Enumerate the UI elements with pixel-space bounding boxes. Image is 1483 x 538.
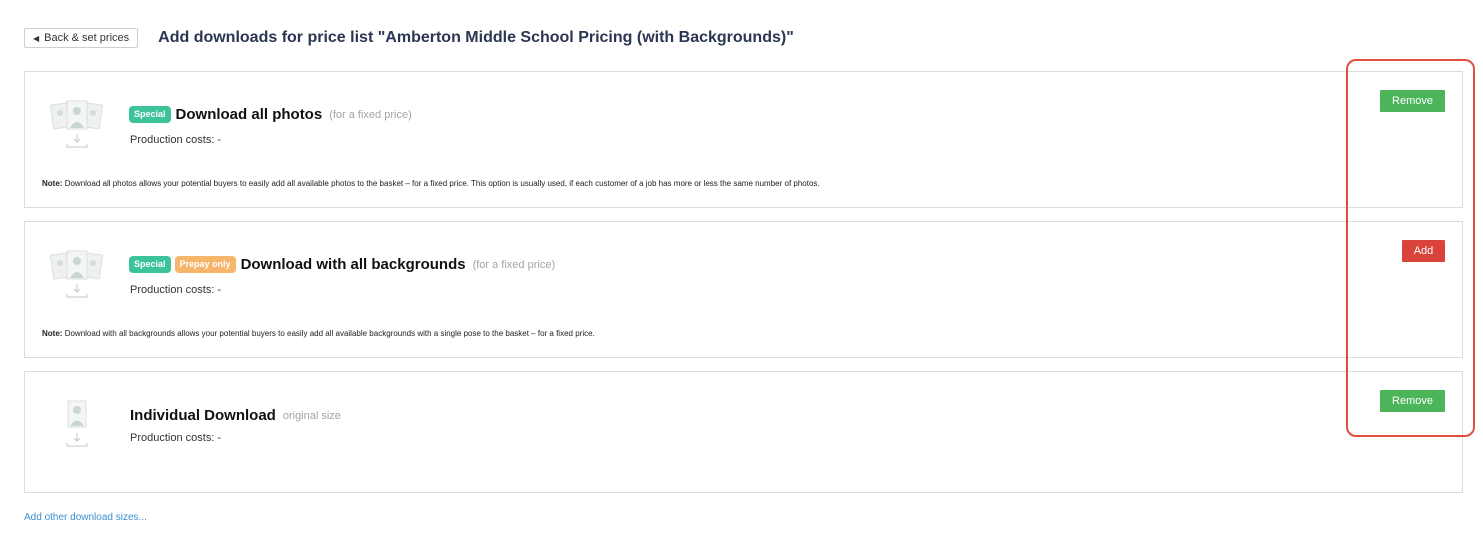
single-photo-download-icon — [47, 396, 107, 456]
production-costs: Production costs: - — [130, 432, 222, 444]
note-text: Download all photos allows your potentia… — [64, 179, 820, 188]
add-button[interactable]: Add — [1402, 240, 1445, 262]
item-title-row: Individual Download original size — [129, 407, 341, 424]
note-text: Download with all backgrounds allows you… — [64, 329, 595, 338]
item-note: Note: Download with all backgrounds allo… — [42, 329, 595, 338]
add-other-download-sizes-link[interactable]: Add other download sizes... — [24, 512, 147, 523]
remove-button[interactable]: Remove — [1380, 390, 1445, 412]
download-option-all-backgrounds: Special Prepay only Download with all ba… — [24, 221, 1463, 358]
download-option-all-photos: Special Download all photos (for a fixed… — [24, 71, 1463, 208]
item-title: Individual Download — [130, 407, 276, 424]
special-badge: Special — [129, 256, 171, 273]
item-note: Note: Download all photos allows your po… — [42, 179, 820, 188]
item-subtitle: (for a fixed price) — [472, 258, 556, 271]
remove-button[interactable]: Remove — [1380, 90, 1445, 112]
production-costs: Production costs: - — [130, 134, 222, 146]
prepay-only-badge: Prepay only — [174, 256, 236, 273]
download-option-individual: Individual Download original size Produc… — [24, 371, 1463, 493]
item-title-row: Special Prepay only Download with all ba… — [129, 256, 555, 273]
item-subtitle: original size — [282, 409, 341, 422]
item-title: Download with all backgrounds — [240, 256, 466, 273]
item-title-row: Special Download all photos (for a fixed… — [129, 106, 412, 123]
special-badge: Special — [129, 106, 171, 123]
item-subtitle: (for a fixed price) — [329, 108, 412, 121]
production-costs: Production costs: - — [130, 284, 222, 296]
page-title: Add downloads for price list "Amberton M… — [158, 29, 794, 46]
note-label: Note: — [42, 329, 63, 338]
back-button-label: Back & set prices — [44, 32, 130, 44]
note-label: Note: — [42, 179, 63, 188]
item-title: Download all photos — [175, 106, 323, 123]
back-and-set-prices-button[interactable]: ◀ Back & set prices — [24, 28, 139, 48]
page-header: ◀ Back & set prices Add downloads for pr… — [24, 27, 794, 49]
photo-stack-download-icon — [47, 96, 107, 156]
photo-stack-download-icon — [47, 246, 107, 306]
caret-left-icon: ◀ — [33, 33, 40, 43]
